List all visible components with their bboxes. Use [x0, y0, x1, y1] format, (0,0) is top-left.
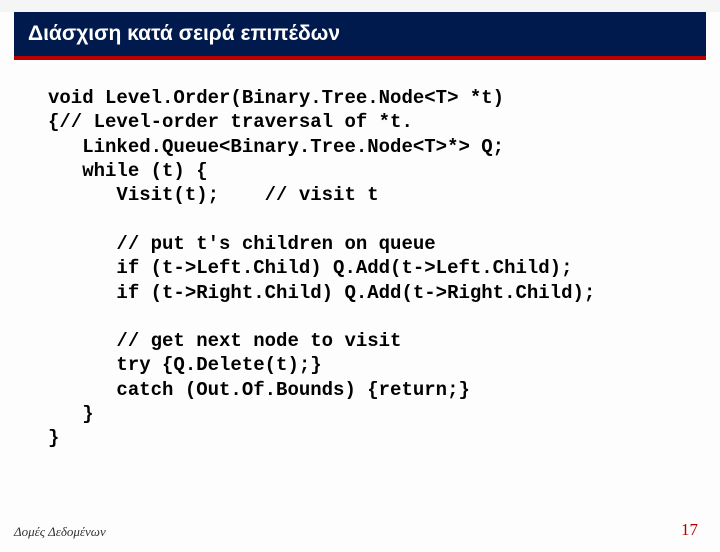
code-block: void Level.Order(Binary.Tree.Node<T> *t)… [0, 60, 720, 451]
footer-left: Δομές Δεδομένων [14, 524, 106, 540]
slide-title: Διάσχιση κατά σειρά επιπέδων [14, 12, 706, 56]
page-number: 17 [681, 520, 698, 540]
slide: Διάσχιση κατά σειρά επιπέδων void Level.… [0, 12, 720, 552]
